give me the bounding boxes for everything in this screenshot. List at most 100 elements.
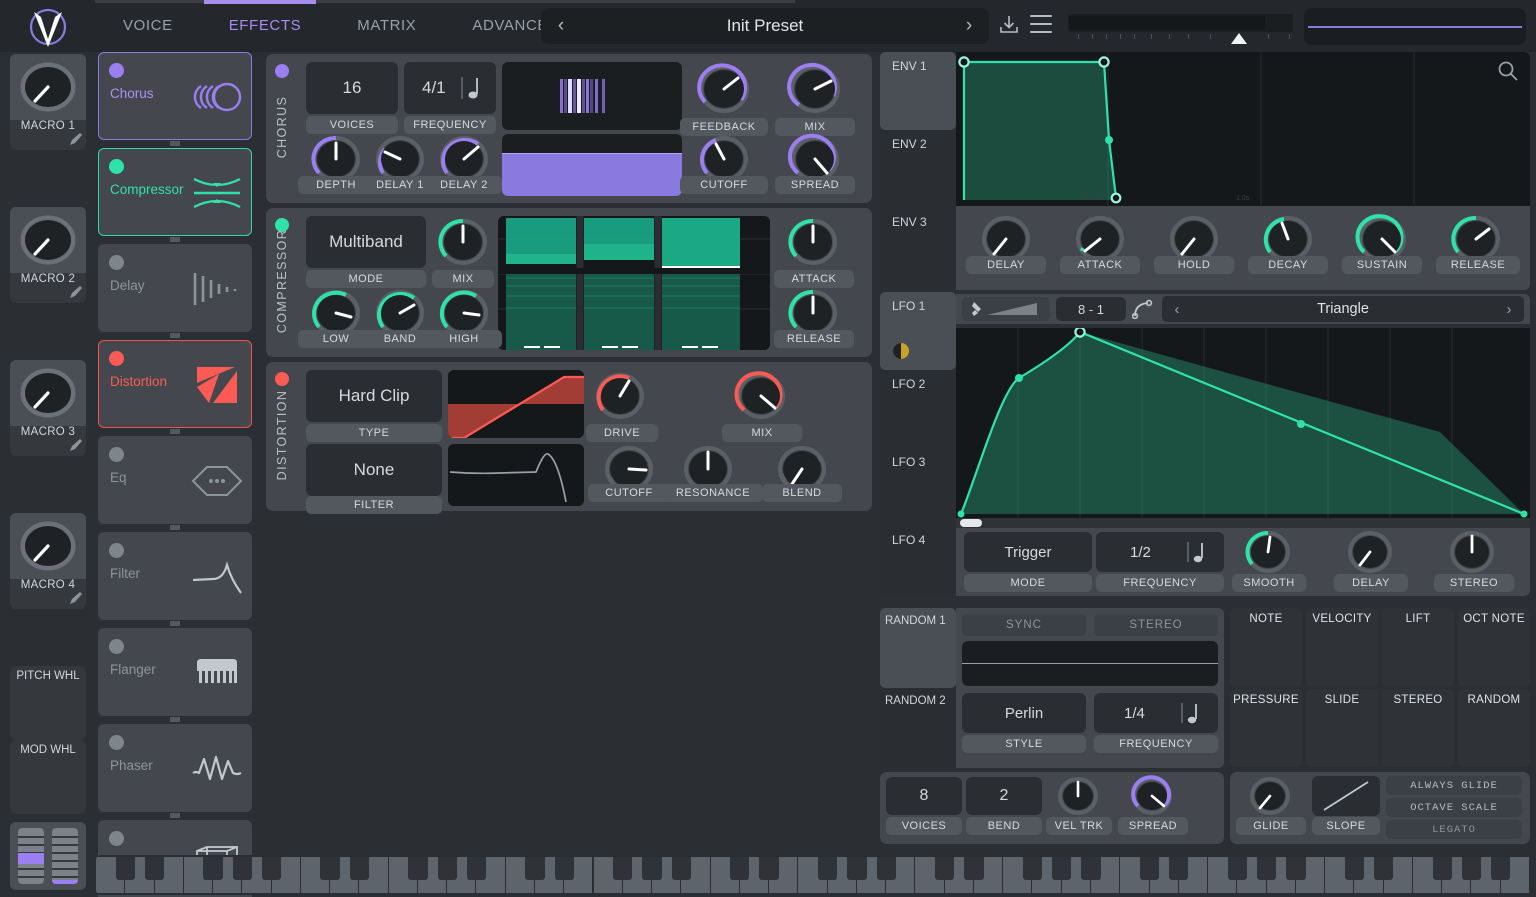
phaser-power-toggle[interactable] xyxy=(109,735,124,750)
piano-black-key[interactable] xyxy=(1139,857,1160,880)
voices-value[interactable]: 8 xyxy=(886,777,962,815)
macro-2-knob[interactable] xyxy=(10,207,86,273)
eq-power-toggle[interactable] xyxy=(109,447,124,462)
tab-effects[interactable]: EFFECTS xyxy=(201,0,330,52)
compressor-mix-knob[interactable] xyxy=(434,214,492,275)
chorus-frequency-value[interactable]: 4/1 xyxy=(404,62,496,114)
macro-1-knob[interactable] xyxy=(10,54,86,120)
reverb-power-toggle[interactable] xyxy=(109,831,124,846)
fx-list-item-delay[interactable]: Delay xyxy=(98,244,252,332)
random-sync-button[interactable]: SYNC xyxy=(962,614,1086,636)
lfo-frequency-value[interactable]: 1/2 xyxy=(1096,532,1224,572)
quarter-note-icon[interactable] xyxy=(1186,539,1210,570)
piano-black-key[interactable] xyxy=(613,857,633,880)
piano-black-key[interactable] xyxy=(730,857,750,880)
piano-black-key[interactable] xyxy=(1081,857,1101,880)
volume-marker[interactable] xyxy=(1231,33,1247,44)
chorus-panel-power-toggle[interactable] xyxy=(275,64,289,78)
lfo-preset-prev[interactable]: ‹ xyxy=(1162,301,1192,318)
macro-1-edit-icon[interactable] xyxy=(69,132,83,146)
source-pressure[interactable]: PRESSURE xyxy=(1230,689,1302,767)
bend-value[interactable]: 2 xyxy=(966,777,1042,815)
always-glide-toggle[interactable]: ALWAYS GLIDE xyxy=(1386,776,1522,795)
source-slide[interactable]: SLIDE xyxy=(1306,689,1378,767)
piano-black-key[interactable] xyxy=(817,857,838,880)
piano-black-key[interactable] xyxy=(876,857,896,880)
distortion-drive-knob[interactable] xyxy=(591,368,649,429)
macro-1[interactable]: MACRO 1 xyxy=(10,54,86,150)
piano-black-key[interactable] xyxy=(964,857,984,880)
compressor-power-toggle[interactable] xyxy=(109,159,124,174)
preset-next-button[interactable]: › xyxy=(949,15,989,37)
piano-black-key[interactable] xyxy=(437,857,457,880)
pitch-wheel-slider[interactable] xyxy=(18,828,44,884)
lfo-phase-handle[interactable] xyxy=(960,519,982,527)
tab-env-2[interactable]: ENV 2 xyxy=(880,130,956,208)
quarter-note-icon[interactable] xyxy=(460,74,486,107)
tab-random-2[interactable]: RANDOM 2 xyxy=(880,688,956,768)
hamburger-menu-icon[interactable] xyxy=(1030,15,1052,33)
piano-black-key[interactable] xyxy=(466,857,487,880)
piano-black-key[interactable] xyxy=(1461,857,1482,880)
fx-list-item-chorus[interactable]: Chorus xyxy=(98,52,252,140)
compressor-attack-knob[interactable] xyxy=(784,214,842,275)
preset-name[interactable]: Init Preset xyxy=(581,16,949,36)
lfo-grid-size[interactable]: 8 - 1 xyxy=(1056,297,1126,321)
macro-3-edit-icon[interactable] xyxy=(69,438,83,452)
source-random[interactable]: RANDOM xyxy=(1458,689,1530,767)
random-frequency-value[interactable]: 1/4 xyxy=(1094,693,1218,733)
search-icon[interactable] xyxy=(1497,60,1519,87)
slope-display[interactable] xyxy=(1312,776,1380,816)
lfo-preset-name[interactable]: Triangle xyxy=(1192,301,1494,317)
distortion-type-value[interactable]: Hard Clip xyxy=(306,370,442,422)
volume-slider[interactable] xyxy=(1068,14,1293,44)
macro-2[interactable]: MACRO 2 xyxy=(10,207,86,303)
chorus-voices-value[interactable]: 16 xyxy=(306,62,398,114)
macro-4[interactable]: MACRO 4 xyxy=(10,513,86,609)
compressor-mode-value[interactable]: Multiband xyxy=(306,216,426,268)
distortion-filter-value[interactable]: None xyxy=(306,444,442,496)
random-style-value[interactable]: Perlin xyxy=(962,693,1086,733)
piano-black-key[interactable] xyxy=(232,857,252,880)
piano-keyboard[interactable] xyxy=(96,855,1530,895)
preset-browser-bar[interactable]: ‹ Init Preset › xyxy=(541,8,989,44)
envelope-graph[interactable]: 500 ms 1.0s xyxy=(956,52,1530,206)
download-icon[interactable] xyxy=(998,14,1020,36)
flanger-power-toggle[interactable] xyxy=(109,639,124,654)
distortion-mix-knob[interactable] xyxy=(732,368,790,429)
tab-env-3[interactable]: ENV 3 xyxy=(880,208,956,292)
macro-4-knob[interactable] xyxy=(10,513,86,579)
piano-black-key[interactable] xyxy=(554,857,574,880)
source-oct-note[interactable]: OCT NOTE xyxy=(1458,608,1530,686)
piano-black-key[interactable] xyxy=(261,857,282,880)
delay-power-toggle[interactable] xyxy=(109,255,124,270)
piano-black-key[interactable] xyxy=(1256,857,1277,880)
source-stereo[interactable]: STEREO xyxy=(1382,689,1454,767)
vel-trk-knob[interactable] xyxy=(1054,774,1102,823)
piano-black-key[interactable] xyxy=(203,857,223,880)
quarter-note-icon[interactable] xyxy=(1180,700,1204,731)
piano-black-key[interactable] xyxy=(759,857,779,880)
macro-3-knob[interactable] xyxy=(10,360,86,426)
macro-4-edit-icon[interactable] xyxy=(69,591,83,605)
piano-black-key[interactable] xyxy=(115,857,135,880)
mod-wheel-slider[interactable] xyxy=(52,828,78,884)
piano-black-key[interactable] xyxy=(144,857,165,880)
pitch-mod-wheel-controls[interactable] xyxy=(10,822,86,890)
piano-black-key[interactable] xyxy=(349,857,370,880)
tab-lfo-4[interactable]: LFO 4 xyxy=(880,526,956,596)
voice-spread-knob[interactable] xyxy=(1128,774,1176,823)
chorus-power-toggle[interactable] xyxy=(109,63,124,78)
tab-matrix[interactable]: MATRIX xyxy=(329,0,444,52)
macro-3[interactable]: MACRO 3 xyxy=(10,360,86,456)
piano-black-key[interactable] xyxy=(408,857,428,880)
lfo-mode-value[interactable]: Trigger xyxy=(964,532,1092,572)
lfo-paint-tool-icon[interactable] xyxy=(962,297,1050,321)
piano-black-key[interactable] xyxy=(1491,857,1511,880)
macro-2-edit-icon[interactable] xyxy=(69,285,83,299)
glide-knob[interactable] xyxy=(1246,774,1294,823)
piano-black-key[interactable] xyxy=(525,857,545,880)
piano-black-key[interactable] xyxy=(320,857,340,880)
piano-black-key[interactable] xyxy=(642,857,662,880)
piano-black-key[interactable] xyxy=(1022,857,1043,880)
